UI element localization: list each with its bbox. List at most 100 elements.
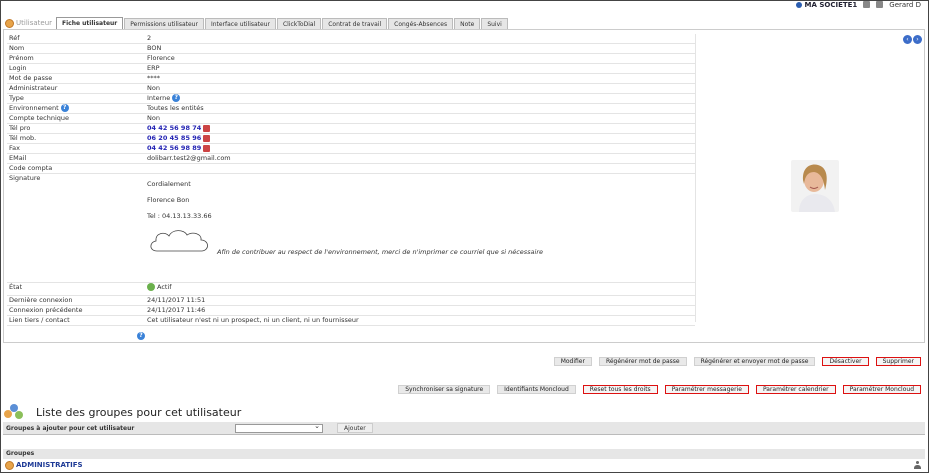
group-icon [4, 404, 24, 420]
add-group-button[interactable]: Ajouter [337, 423, 373, 433]
row-link: Lien tiers / contact Cet utilisateur n'es… [7, 315, 695, 326]
phone-mobile-link[interactable]: 06 20 45 85 96 [147, 134, 201, 142]
signature-line: Florence Bon [147, 196, 190, 204]
label-mdp: Mot de passe [7, 73, 145, 84]
value-compta [145, 163, 695, 174]
label-login: Login [7, 63, 145, 74]
value-login: ERP [145, 63, 695, 74]
modify-button[interactable]: Modifier [553, 357, 592, 366]
value-telpro-cell: 04 42 56 98 74 [145, 123, 695, 134]
label-signature: Signature [7, 173, 145, 283]
fax-link[interactable]: 04 42 56 98 89 [147, 144, 201, 152]
group-select[interactable] [235, 422, 323, 433]
group-row: ADMINISTRATIFS [3, 460, 925, 470]
value-type: Interne [147, 94, 171, 102]
help-icon[interactable]: ? [60, 104, 69, 112]
help-icon[interactable]: ? [137, 332, 145, 340]
value-link: Cet utilisateur n'est ni un prospect, ni… [145, 315, 695, 326]
row-type: Type Interne? [7, 93, 695, 104]
signature-block: Cordialement Florence Bon Tel : 04.13.13… [147, 174, 693, 282]
value-email[interactable]: dolibarr.test2@gmail.com [145, 153, 695, 164]
bottom-help: ? [135, 332, 145, 340]
add-group-bar: Groupes à ajouter pour cet utilisateur A… [3, 422, 925, 435]
tab-note[interactable]: Note [454, 18, 481, 29]
value-etat: Actif [157, 283, 172, 291]
setup-moncloud-button[interactable]: Paramétrer Moncloud [842, 385, 921, 394]
row-prev-login: Connexion précédente 24/11/2017 11:46 [7, 305, 695, 316]
tab-permissions[interactable]: Permissions utilisateur [124, 18, 204, 29]
disable-button[interactable]: Désactiver [822, 357, 869, 366]
label-tech: Compte technique [7, 113, 145, 124]
user-card: Réf 2 Nom BON Prénom Florence Login ERP Mot … [3, 29, 925, 343]
logout-icon[interactable] [876, 1, 884, 8]
value-fax-cell: 04 42 56 98 89 [145, 143, 695, 154]
row-mdp: Mot de passe **** [7, 73, 695, 84]
value-nom: BON [145, 43, 695, 54]
reset-rights-button[interactable]: Reset tous les droits [582, 385, 658, 394]
delete-button[interactable]: Supprimer [875, 357, 921, 366]
label-ref: Réf [7, 34, 145, 44]
row-telmob: Tél mob. 06 20 45 85 96 [7, 133, 695, 144]
status-active-icon [147, 283, 155, 291]
group-name: ADMINISTRATIFS [16, 461, 83, 469]
user-photo [791, 160, 839, 212]
groups-title: Liste des groupes pour cet utilisateur [36, 405, 242, 419]
tab-contrat[interactable]: Contrat de travail [322, 18, 388, 29]
row-prenom: Prénom Florence [7, 53, 695, 64]
group-link[interactable]: ADMINISTRATIFS [5, 460, 83, 470]
cloud-icon [150, 230, 208, 252]
tab-suivi[interactable]: Suivi [481, 18, 508, 29]
company-link[interactable]: MA SOCIETE1 [795, 0, 858, 9]
label-email: EMail [7, 153, 145, 164]
row-compta: Code compta [7, 163, 695, 174]
setup-calendar-button[interactable]: Paramétrer calendrier [755, 385, 836, 394]
row-etat: État Actif [7, 282, 695, 296]
row-tech: Compte technique Non [7, 113, 695, 124]
signature-footer: Afin de contribuer au respect de l'envir… [147, 227, 693, 257]
print-icon[interactable] [863, 1, 871, 8]
regenerate-password-button[interactable]: Régénérer mot de passe [598, 357, 687, 366]
label-env: Environnement [9, 104, 59, 112]
groups-section-title: Liste des groupes pour cet utilisateur [4, 404, 241, 420]
company-name: MA SOCIETE1 [804, 0, 858, 9]
tab-clicktodial[interactable]: ClickToDial [276, 18, 322, 29]
record-nav: ‹ › [903, 35, 922, 44]
label-telmob: Tél mob. [7, 133, 145, 144]
setup-mail-button[interactable]: Paramétrer messagerie [664, 385, 749, 394]
tab-bar-title: Utilisateur [5, 17, 56, 29]
signature-footer-text: Afin de contribuer au respect de l'envir… [217, 248, 543, 256]
label-fax: Fax [7, 143, 145, 154]
label-prev-login: Connexion précédente [7, 305, 145, 316]
user-icon [5, 18, 14, 28]
agenda-icon[interactable] [203, 144, 211, 152]
row-signature: Signature Cordialement Florence Bon Tel … [7, 173, 695, 283]
sync-signature-button[interactable]: Synchroniser sa signature [398, 385, 491, 394]
group-icon [5, 460, 14, 470]
help-icon[interactable]: ? [172, 94, 181, 102]
row-env: Environnement? Toutes les entités [7, 103, 695, 114]
row-ref: Réf 2 [7, 34, 695, 44]
agenda-icon[interactable] [203, 124, 211, 132]
user-name[interactable]: Gerard D [889, 1, 921, 9]
user-fields-table: Réf 2 Nom BON Prénom Florence Login ERP Mot … [7, 34, 695, 326]
value-env: Toutes les entités [145, 103, 695, 114]
phone-pro-link[interactable]: 04 42 56 98 74 [147, 124, 201, 132]
tab-interface[interactable]: Interface utilisateur [204, 18, 276, 29]
remove-user-icon[interactable] [914, 461, 921, 469]
action-buttons-row2: Synchroniser sa signature Identifiants M… [398, 385, 921, 394]
row-admin: Administrateur Non [7, 83, 695, 94]
photo-column: ‹ › [695, 34, 924, 322]
tab-fiche-utilisateur[interactable]: Fiche utilisateur [56, 17, 124, 29]
label-etat: État [7, 282, 145, 296]
row-email: EMail dolibarr.test2@gmail.com [7, 153, 695, 164]
tab-conges[interactable]: Congés-Absences [388, 18, 454, 29]
company-icon [795, 1, 802, 8]
previous-icon[interactable]: ‹ [903, 35, 912, 44]
label-nom: Nom [7, 43, 145, 54]
label-prenom: Prénom [7, 53, 145, 64]
next-icon[interactable]: › [913, 35, 922, 44]
regenerate-send-password-button[interactable]: Régénérer et envoyer mot de passe [693, 357, 816, 366]
moncloud-credentials-button[interactable]: Identifiants Moncloud [497, 385, 576, 394]
label-compta: Code compta [7, 163, 145, 174]
agenda-icon[interactable] [203, 134, 211, 142]
